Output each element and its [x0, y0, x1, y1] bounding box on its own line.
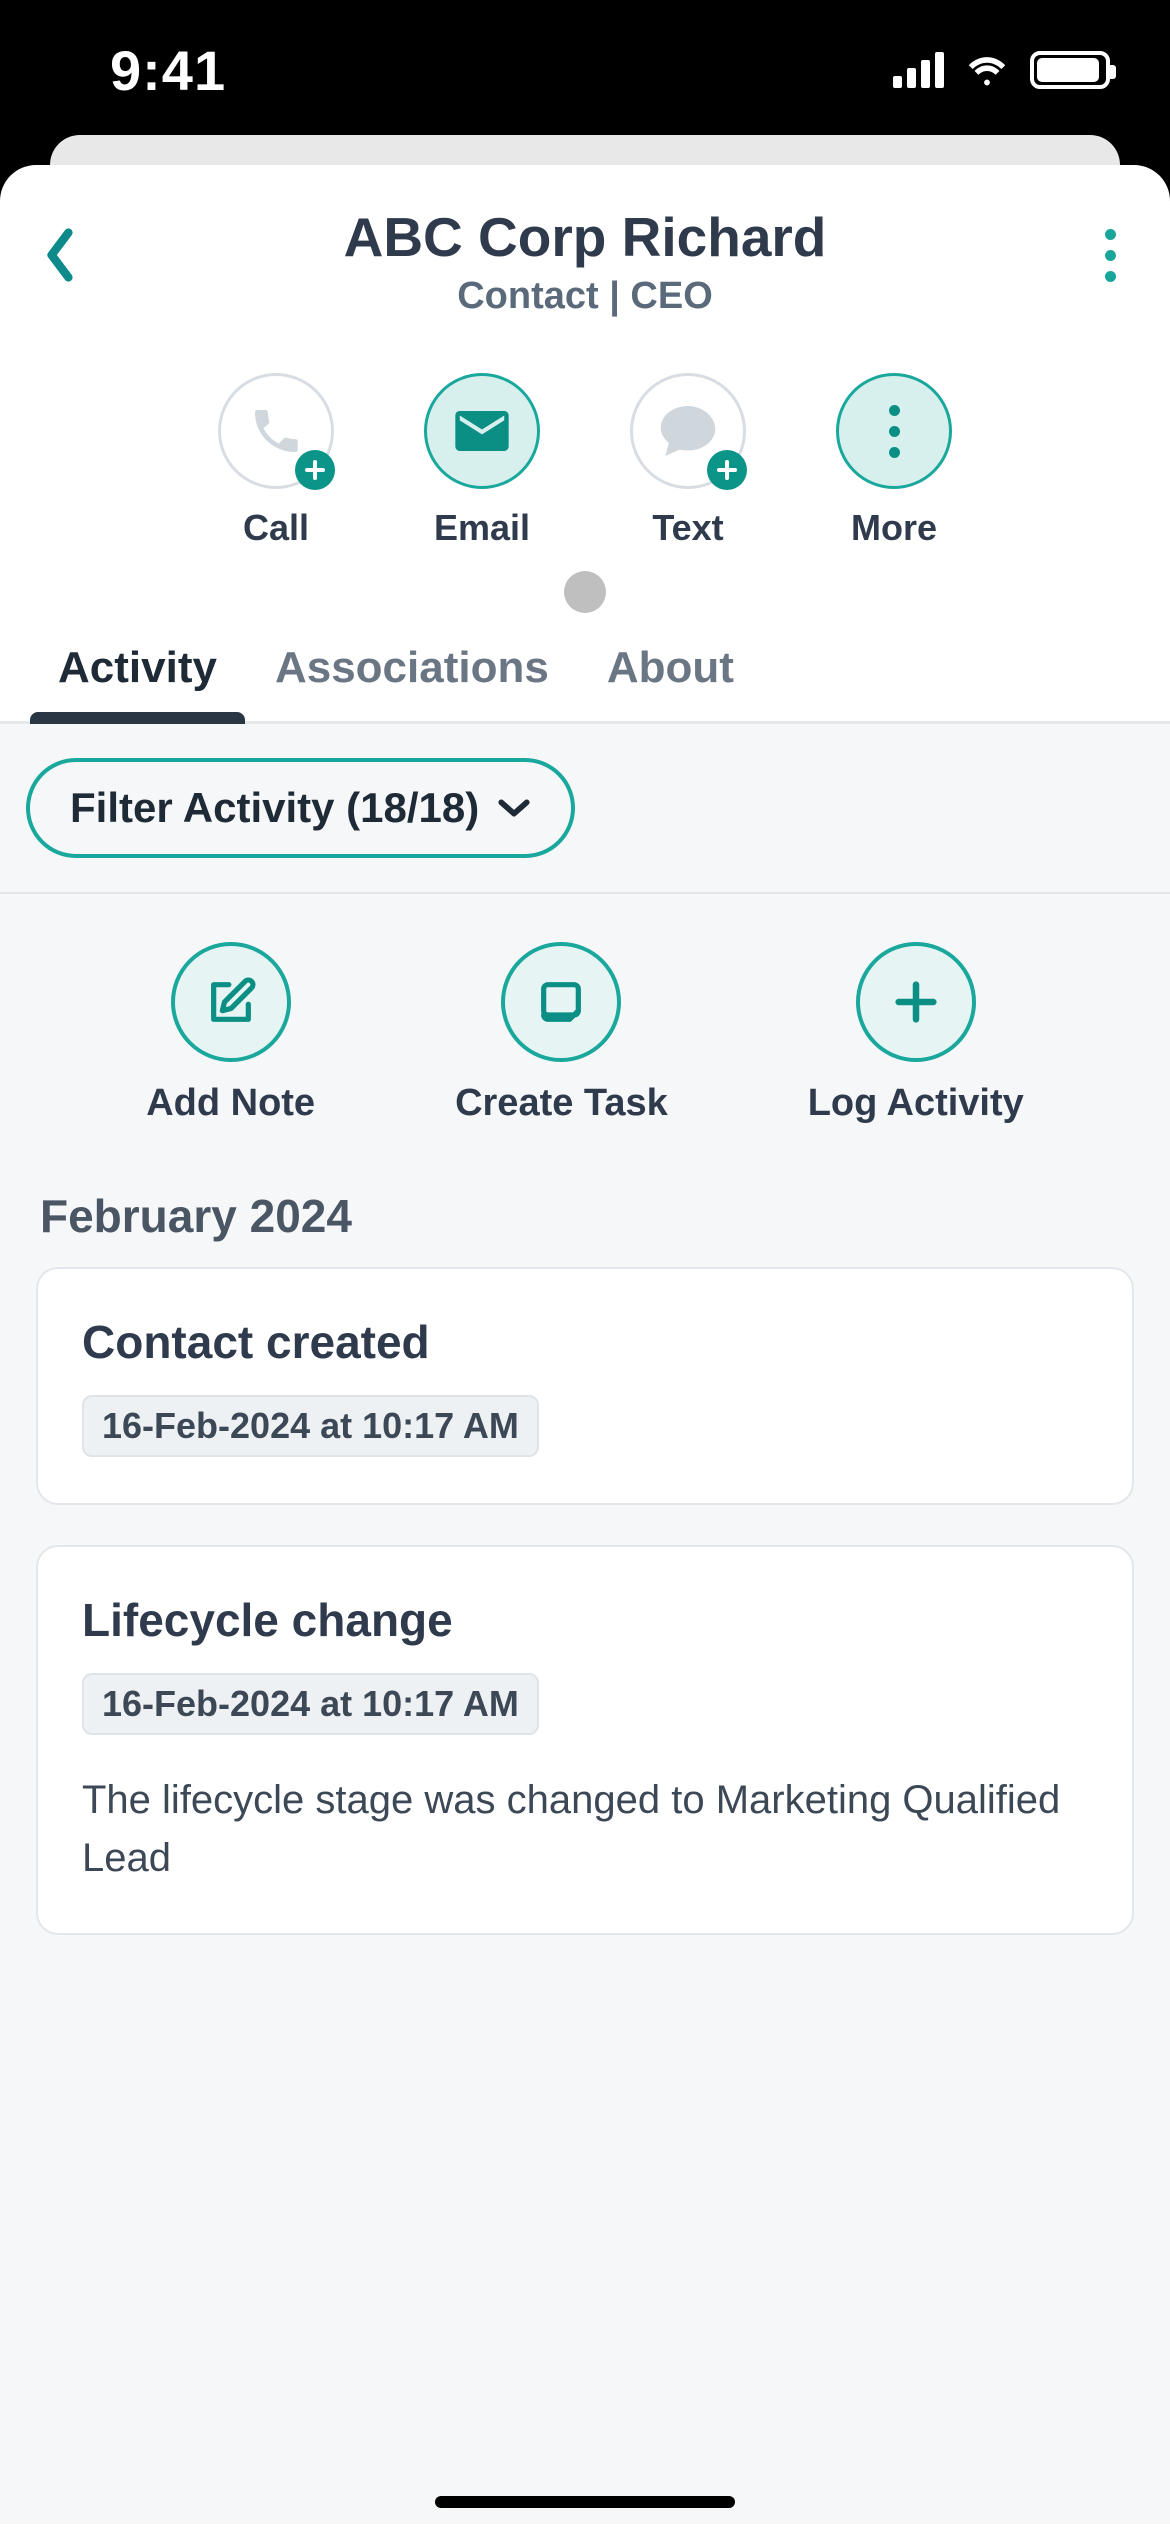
header: ABC Corp Richard Contact | CEO	[0, 165, 1170, 318]
create-task-label: Create Task	[455, 1082, 668, 1125]
home-indicator[interactable]	[435, 2496, 735, 2508]
card-description: The lifecycle stage was changed to Marke…	[82, 1771, 1088, 1887]
more-icon	[836, 373, 952, 489]
email-action[interactable]: Email	[424, 373, 540, 549]
page-subtitle: Contact | CEO	[0, 275, 1170, 318]
call-action[interactable]: Call	[218, 373, 334, 549]
phone-icon	[218, 373, 334, 489]
contact-panel: ABC Corp Richard Contact | CEO Call Emai…	[0, 165, 1170, 2532]
email-label: Email	[434, 507, 530, 549]
card-timestamp: 16-Feb-2024 at 10:17 AM	[82, 1395, 539, 1457]
page-indicator	[564, 571, 606, 613]
card-timestamp: 16-Feb-2024 at 10:17 AM	[82, 1673, 539, 1735]
plus-icon	[856, 942, 976, 1062]
text-label: Text	[652, 507, 723, 549]
filter-section: Filter Activity (18/18)	[0, 724, 1170, 894]
battery-icon	[1030, 51, 1110, 89]
log-activity-label: Log Activity	[808, 1082, 1024, 1125]
card-title: Contact created	[82, 1315, 1088, 1369]
card-title: Lifecycle change	[82, 1593, 1088, 1647]
chevron-down-icon	[497, 797, 531, 819]
more-options-button[interactable]	[1080, 215, 1140, 295]
tab-associations[interactable]: Associations	[275, 643, 549, 721]
chat-icon	[630, 373, 746, 489]
create-task-button[interactable]: Create Task	[455, 942, 668, 1125]
note-icon	[171, 942, 291, 1062]
cellular-signal-icon	[893, 52, 944, 88]
filter-activity-button[interactable]: Filter Activity (18/18)	[26, 758, 575, 858]
add-note-label: Add Note	[146, 1082, 315, 1125]
call-label: Call	[243, 507, 309, 549]
tool-row: Add Note Create Task Log Activity	[0, 894, 1170, 1155]
task-icon	[501, 942, 621, 1062]
more-label: More	[851, 507, 937, 549]
tab-activity[interactable]: Activity	[58, 643, 217, 721]
activity-body: Filter Activity (18/18) Add Note Create …	[0, 724, 1170, 2524]
activity-card[interactable]: Lifecycle change 16-Feb-2024 at 10:17 AM…	[36, 1545, 1134, 1935]
status-icons	[893, 51, 1110, 89]
page-title: ABC Corp Richard	[0, 205, 1170, 269]
email-icon	[424, 373, 540, 489]
back-button[interactable]	[30, 215, 90, 295]
filter-label: Filter Activity (18/18)	[70, 784, 479, 832]
timeline-month-header: February 2024	[0, 1155, 1170, 1267]
more-action[interactable]: More	[836, 373, 952, 549]
plus-badge-icon	[295, 450, 335, 490]
tab-about[interactable]: About	[607, 643, 734, 721]
tab-bar: Activity Associations About	[0, 613, 1170, 724]
quick-action-row: Call Email Text	[0, 373, 1170, 549]
log-activity-button[interactable]: Log Activity	[808, 942, 1024, 1125]
activity-card[interactable]: Contact created 16-Feb-2024 at 10:17 AM	[36, 1267, 1134, 1505]
status-time: 9:41	[110, 38, 226, 103]
plus-badge-icon	[707, 450, 747, 490]
add-note-button[interactable]: Add Note	[146, 942, 315, 1125]
text-action[interactable]: Text	[630, 373, 746, 549]
wifi-icon	[964, 52, 1010, 88]
status-bar: 9:41	[0, 0, 1170, 140]
